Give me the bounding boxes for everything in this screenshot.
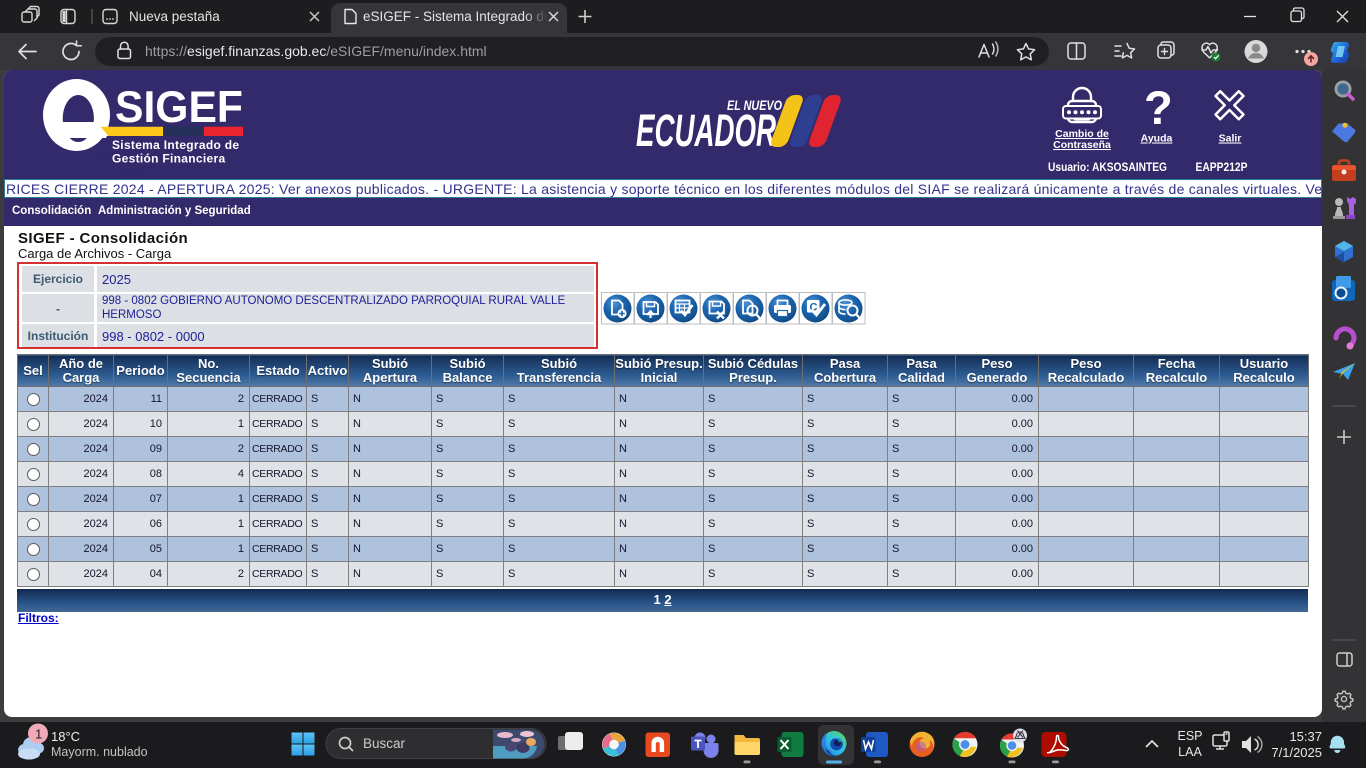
svg-text:Buscar: Buscar bbox=[363, 736, 406, 751]
svg-text:Ayuda: Ayuda bbox=[1141, 133, 1173, 145]
svg-text:1: 1 bbox=[35, 727, 42, 742]
svg-text:ECUADOR: ECUADOR bbox=[636, 105, 776, 156]
svg-text:Salir: Salir bbox=[1219, 133, 1242, 145]
svg-text:EAPP212P: EAPP212P bbox=[1196, 162, 1248, 174]
svg-text:Gestión Financiera: Gestión Financiera bbox=[112, 152, 225, 166]
svg-text:Sistema Integrado de: Sistema Integrado de bbox=[112, 138, 239, 152]
svg-text:SIGEF: SIGEF bbox=[115, 83, 243, 132]
svg-text:?: ? bbox=[1144, 81, 1173, 134]
svg-text:Usuario: AKSOSAINTEG: Usuario: AKSOSAINTEG bbox=[1048, 162, 1167, 174]
svg-text:Contraseña: Contraseña bbox=[1053, 139, 1111, 151]
